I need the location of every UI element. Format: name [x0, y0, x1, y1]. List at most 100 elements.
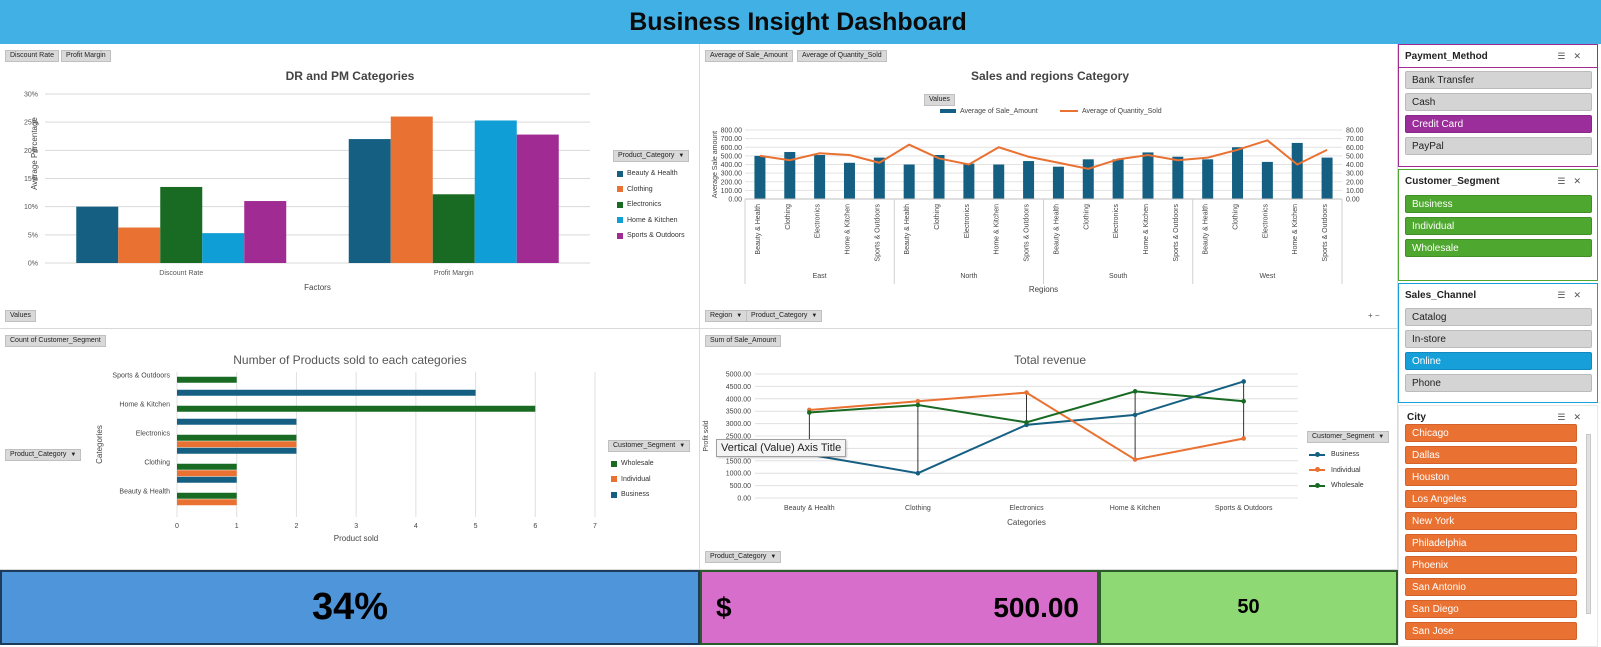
x-group-label: South [1109, 273, 1127, 280]
x-tick-label: Home & Kitchen [844, 204, 851, 255]
legend-item-business: Business [1309, 447, 1364, 463]
legend-swatch [1309, 467, 1325, 473]
y-tick-label: 700.00 [721, 136, 743, 143]
bar-clothing-discount-rate [118, 227, 161, 263]
slicer-city[interactable]: City ☰✕ Chicago Dallas Houston Los Angeles N… [1398, 405, 1598, 647]
slicer-item-dallas[interactable]: Dallas [1405, 446, 1577, 464]
x-tick-label: 1 [235, 523, 239, 530]
expand-collapse-icon[interactable]: + − [1368, 311, 1380, 320]
point-individual-electronics [1024, 390, 1029, 395]
product-category-pill-label: Product_Category [710, 553, 767, 560]
chart-products-panel[interactable]: Count of Customer_Segment Number of Prod… [0, 329, 700, 570]
dropdown-arrow-icon: ▼ [770, 554, 777, 560]
slicer-multiselect-clear-icons[interactable]: ☰✕ [1557, 290, 1589, 301]
field-pill-product-category[interactable]: Product_Category ▼ [746, 310, 823, 322]
chart-sales-regions: 0.00 100.00 200.00300.00 400.00 500.00600.00… [712, 108, 1364, 294]
slicer-title: Payment_Method [1405, 51, 1488, 62]
y2-tick-label: 60.00 [1346, 145, 1364, 152]
slicer-item-business[interactable]: Business [1405, 195, 1592, 213]
x-tick-label: Discount Rate [159, 270, 203, 277]
slicer-customer-segment[interactable]: Customer_Segment ☰✕ Business Individual … [1398, 169, 1598, 281]
slicer-item-chicago[interactable]: Chicago [1405, 424, 1577, 442]
x-tick-label: 6 [533, 523, 537, 530]
kpi-quantity-card: 50 [1099, 570, 1398, 645]
y2-tick-label: 0.00 [1346, 197, 1360, 204]
values-pill[interactable]: Values [5, 310, 36, 322]
legend-filter-customer-segment[interactable]: Customer_Segment ▼ [1307, 431, 1390, 443]
dashboard-header: Business Insight Dashboard [0, 0, 1601, 44]
bar-wholesale-sports-outdoors [177, 376, 237, 383]
chart-products: 0 1 2 3 4 5 6 7 Beauty & Health Clothing Electroni… [95, 372, 597, 543]
slicer-multiselect-clear-icons[interactable]: ☰✕ [1557, 51, 1589, 62]
slicer-scrollbar[interactable] [1586, 434, 1591, 614]
product-category-pill-label: Product_Category [751, 312, 808, 319]
x-tick-label: Electronics [1009, 505, 1044, 512]
slicer-item-philadelphia[interactable]: Philadelphia [1405, 534, 1577, 552]
bar-electronics-west [1261, 161, 1273, 199]
slicer-item-new-york[interactable]: New York [1405, 512, 1577, 530]
bar-individual-clothing [177, 470, 237, 477]
bar-beauty-health-north [903, 164, 915, 199]
slicer-item-phone[interactable]: Phone [1405, 374, 1592, 392]
kpi-sale-amount-card: $ 500.00 [700, 570, 1099, 645]
field-pill-product-category[interactable]: Product_Category ▼ [705, 551, 782, 563]
y-tick-label: 600.00 [721, 145, 743, 152]
slicer-multiselect-clear-icons[interactable]: ☰✕ [1557, 176, 1589, 187]
slicer-item-houston[interactable]: Houston [1405, 468, 1577, 486]
legend-item-individual: Individual [1309, 463, 1364, 479]
y-tick-label: 3500.00 [726, 409, 751, 416]
chart-sales-regions-panel[interactable]: Average of Sale_Amount Average of Quanti… [700, 44, 1398, 329]
legend-label: Home & Kitchen [627, 216, 678, 224]
legend-label: Business [1331, 451, 1360, 459]
y-tick-label: 500.00 [721, 153, 743, 160]
y-tick-label: 30% [24, 92, 38, 99]
y-tick-label: 0.00 [737, 496, 751, 503]
slicer-item-phoenix[interactable]: Phoenix [1405, 556, 1577, 574]
slicer-item-san-antonio[interactable]: San Antonio [1405, 578, 1577, 596]
slicer-item-bank-transfer[interactable]: Bank Transfer [1405, 71, 1592, 89]
slicer-payment-method[interactable]: Payment_Method ☰✕ Bank Transfer Cash Cre… [1398, 44, 1598, 167]
slicer-item-individual[interactable]: Individual [1405, 217, 1592, 235]
y-axis-title: Average Sale amount [712, 131, 719, 198]
point-wholesale-home-kitchen [1132, 389, 1138, 394]
slicer-item-los-angeles[interactable]: Los Angeles [1405, 490, 1577, 508]
slicer-item-catalog[interactable]: Catalog [1405, 308, 1592, 326]
legend-label: Clothing [627, 185, 653, 193]
slicer-item-paypal[interactable]: PayPal [1405, 137, 1592, 155]
slicer-item-san-jose[interactable]: San Jose [1405, 622, 1577, 640]
x-tick-label: Clothing [785, 204, 792, 230]
legend-filter-product-category[interactable]: Product_Category ▼ [613, 150, 690, 162]
slicer-item-cash[interactable]: Cash [1405, 93, 1592, 111]
x-axis-title: Product sold [334, 534, 378, 543]
slicer-item-san-diego[interactable]: San Diego [1405, 600, 1577, 618]
legend-swatch [617, 217, 623, 224]
bar-home-kitchen-east [843, 162, 855, 199]
dropdown-arrow-icon: ▼ [736, 313, 743, 319]
bar-sports-outdoors-east [873, 157, 885, 199]
x-tick-label: Electronics [1113, 204, 1120, 239]
slicer-item-wholesale[interactable]: Wholesale [1405, 239, 1592, 257]
chart-dr-pm-panel[interactable]: Discount Rate Profit Margin DR and PM Ca… [0, 44, 700, 329]
kpi-sale-amount-value: 500.00 [993, 591, 1079, 623]
legend-swatch [617, 186, 623, 193]
legend-item-home-kitchen: Home & Kitchen [617, 213, 685, 229]
y-axis-title: Average Percentage [30, 117, 39, 190]
legend-label: Wholesale [1331, 482, 1364, 490]
slicer-item-in-store[interactable]: In-store [1405, 330, 1592, 348]
y2-tick-label: 80.00 [1346, 128, 1364, 135]
bar-wholesale-electronics [177, 434, 297, 441]
slicer-item-online[interactable]: Online [1405, 352, 1592, 370]
legend-filter-customer-segment[interactable]: Customer_Segment ▼ [608, 440, 691, 452]
dropdown-arrow-icon: ▼ [811, 313, 818, 319]
y-tick-label: 1500.00 [726, 458, 751, 465]
y-tick-label: 3000.00 [726, 421, 751, 428]
bar-electronics-profit-margin [432, 194, 475, 263]
slicer-multiselect-clear-icons[interactable]: ☰✕ [1557, 412, 1589, 423]
bar-beauty-health-south [1052, 166, 1064, 199]
field-pill-region[interactable]: Region ▼ [705, 310, 748, 322]
bar-sports-outdoors-north [1023, 161, 1035, 199]
slicer-sales-channel[interactable]: Sales_Channel ☰✕ Catalog In-store Online… [1398, 283, 1598, 403]
slicer-item-credit-card[interactable]: Credit Card [1405, 115, 1592, 133]
x-group-label: West [1259, 273, 1275, 280]
bar-individual-beauty-health [177, 499, 237, 506]
